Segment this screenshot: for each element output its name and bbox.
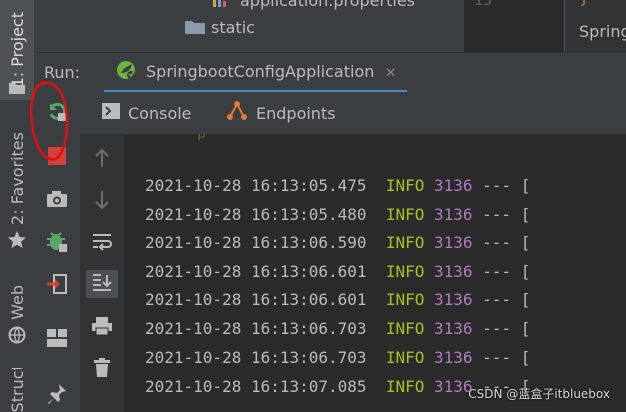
layout-icon xyxy=(46,328,68,352)
debug-button[interactable] xyxy=(42,230,72,258)
close-tab-icon[interactable]: × xyxy=(384,63,397,81)
arrow-down-icon xyxy=(94,190,110,214)
tool-tab-favorites-label: 2: Favorites xyxy=(7,131,27,225)
tree-item-properties[interactable]: application.properties xyxy=(240,0,415,10)
tree-item-static[interactable]: static xyxy=(211,18,255,37)
soft-wrap-button[interactable] xyxy=(86,230,118,258)
scroll-to-end-icon xyxy=(92,273,112,295)
log-line: 2021-10-28 16:13:06.590 INFO 3136 --- [ xyxy=(145,233,531,252)
console-icon xyxy=(102,103,120,123)
run-actions-toolbar xyxy=(34,92,81,412)
run-window-header: Run: SpringbootConfigApplication × xyxy=(34,52,626,93)
folder-icon xyxy=(8,80,26,94)
clear-all-button[interactable] xyxy=(86,356,118,384)
run-config-name: SpringbootConfigApplication xyxy=(146,62,375,81)
print-button[interactable] xyxy=(86,314,118,342)
watermark: CSDN @蓝盒子itbluebox xyxy=(468,387,610,401)
tab-console-label: Console xyxy=(128,103,192,123)
printer-icon xyxy=(91,316,113,340)
tool-tab-favorites[interactable]: 2: Favorites xyxy=(0,128,34,228)
editor-tab-spring[interactable]: Spring xyxy=(579,22,626,41)
bug-icon xyxy=(46,231,68,257)
tab-endpoints[interactable]: Endpoints xyxy=(226,92,336,134)
tool-tab-structure-label: Structure xyxy=(7,368,27,412)
wrap-icon xyxy=(92,233,112,255)
editor-tab-area: } Spring xyxy=(564,0,626,52)
folder-icon xyxy=(184,19,206,39)
stop-icon xyxy=(48,147,66,169)
log-line: 2021-10-28 16:13:06.601 INFO 3136 --- [ xyxy=(145,262,531,281)
scroll-to-end-button[interactable] xyxy=(86,270,118,298)
properties-file-icon xyxy=(212,0,228,13)
log-line: 2021-10-28 16:13:05.480 INFO 3136 --- [ xyxy=(145,205,531,224)
tool-tab-web[interactable]: Web xyxy=(0,280,34,324)
project-tree-partial: application.properties static 15 } Sprin… xyxy=(34,0,626,52)
trash-icon xyxy=(93,358,111,382)
log-line: 2021-10-28 16:13:06.703 INFO 3136 --- [ xyxy=(145,348,531,367)
tool-tab-structure[interactable]: Structure xyxy=(0,368,34,412)
dump-threads-button[interactable] xyxy=(42,187,72,215)
exit-icon xyxy=(46,273,68,299)
scroll-down-button[interactable] xyxy=(86,188,118,216)
log-line: 2021-10-28 16:13:05.475 INFO 3136 --- [ xyxy=(145,176,531,195)
log-line: 2021-10-28 16:13:06.601 INFO 3136 --- [ xyxy=(145,290,531,309)
tool-tab-project-label: 1: Project xyxy=(7,12,27,88)
layout-button[interactable] xyxy=(42,326,72,354)
console-output[interactable]: ρ 2021-10-28 16:13:05.475 INFO 3136 --- … xyxy=(125,134,626,412)
star-icon xyxy=(7,230,27,254)
run-config-tab[interactable]: SpringbootConfigApplication × xyxy=(104,53,407,93)
endpoints-icon xyxy=(226,100,248,126)
tab-console[interactable]: Console xyxy=(102,92,192,134)
arrow-up-icon xyxy=(94,148,110,172)
tab-endpoints-label: Endpoints xyxy=(256,103,336,123)
run-sub-tabs: Console Endpoints xyxy=(80,92,626,134)
pin-button[interactable] xyxy=(42,382,72,410)
rerun-button[interactable] xyxy=(42,100,72,128)
tool-tab-web-label: Web xyxy=(7,284,27,320)
line-number: 15 xyxy=(474,0,493,9)
pin-icon xyxy=(47,383,67,409)
exit-button[interactable] xyxy=(42,272,72,300)
camera-icon xyxy=(46,190,68,212)
scroll-up-button[interactable] xyxy=(86,146,118,174)
run-label: Run: xyxy=(44,63,81,82)
rerun-icon xyxy=(46,101,68,127)
console-toolbar xyxy=(80,134,125,412)
left-tool-strip: 1: Project 2: Favorites Web Structure xyxy=(0,0,35,412)
log-line: 2021-10-28 16:13:06.703 INFO 3136 --- [ xyxy=(145,319,531,338)
spring-boot-icon xyxy=(114,59,138,85)
stop-button[interactable] xyxy=(42,144,72,172)
globe-icon xyxy=(8,326,26,348)
